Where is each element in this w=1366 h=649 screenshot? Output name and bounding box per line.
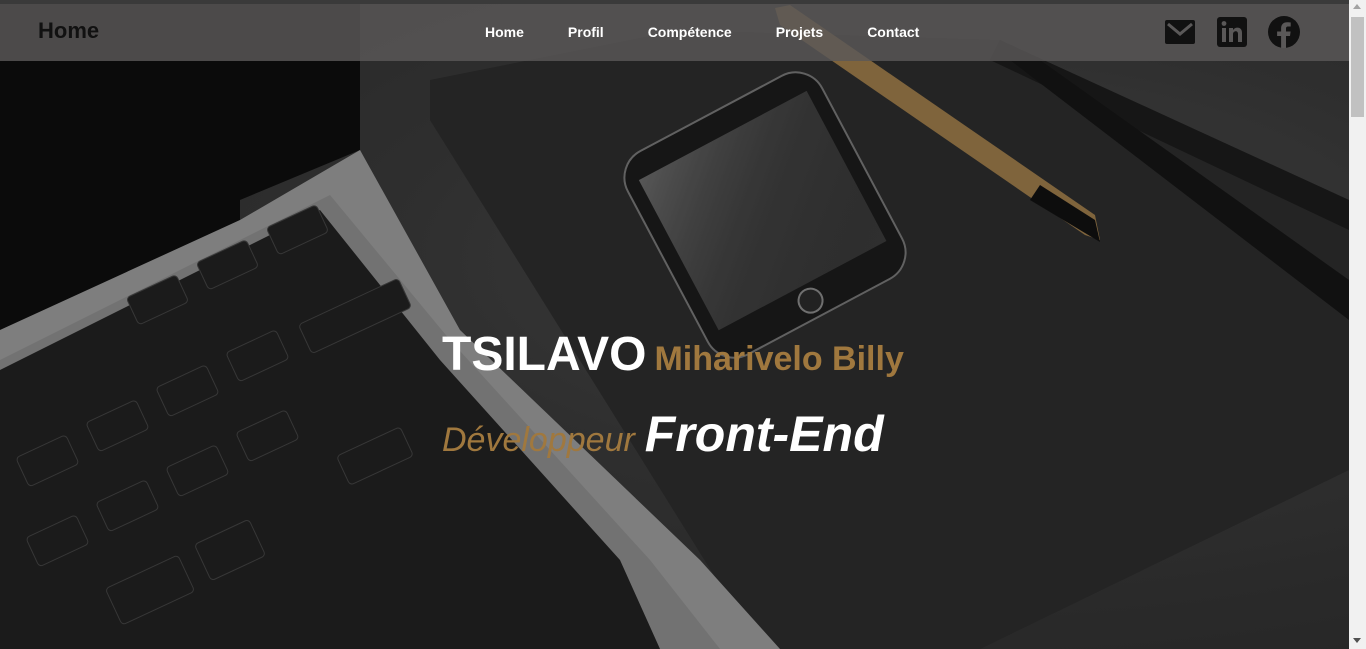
brand-home-link[interactable]: Home [38,18,99,44]
nav-link-home[interactable]: Home [485,24,524,40]
hero-background [0,0,1349,649]
facebook-icon[interactable] [1267,15,1301,49]
linkedin-icon[interactable] [1215,15,1249,49]
nav-link-contact[interactable]: Contact [867,24,919,40]
page: Home Home Profil Compétence Projets Cont… [0,0,1366,649]
hero-role: Développeur Front-End [442,407,904,474]
page-scrollbar[interactable] [1349,0,1366,649]
hero-text: TSILAVO Miharivelo Billy Développeur Front… [442,328,904,474]
nav-links: Home Profil Compétence Projets Contact [485,24,963,40]
nav-link-projets[interactable]: Projets [776,24,823,40]
desk-scene-image [0,0,1349,649]
gmail-icon[interactable] [1163,15,1197,49]
scroll-down-arrow-icon[interactable] [1353,638,1361,643]
hero-first-name: TSILAVO [442,328,647,381]
nav-link-competence[interactable]: Compétence [648,24,732,40]
hero-name: TSILAVO Miharivelo Billy [442,328,904,393]
hero-role-front-end: Front-End [644,406,884,462]
social-links [1163,15,1319,49]
hero-last-name: Miharivelo Billy [654,340,904,378]
navbar: Home Home Profil Compétence Projets Cont… [0,4,1349,61]
hero-role-developpeur: Développeur [442,421,635,459]
nav-link-profil[interactable]: Profil [568,24,604,40]
scroll-up-arrow-icon[interactable] [1353,4,1361,9]
scroll-thumb[interactable] [1351,17,1364,117]
